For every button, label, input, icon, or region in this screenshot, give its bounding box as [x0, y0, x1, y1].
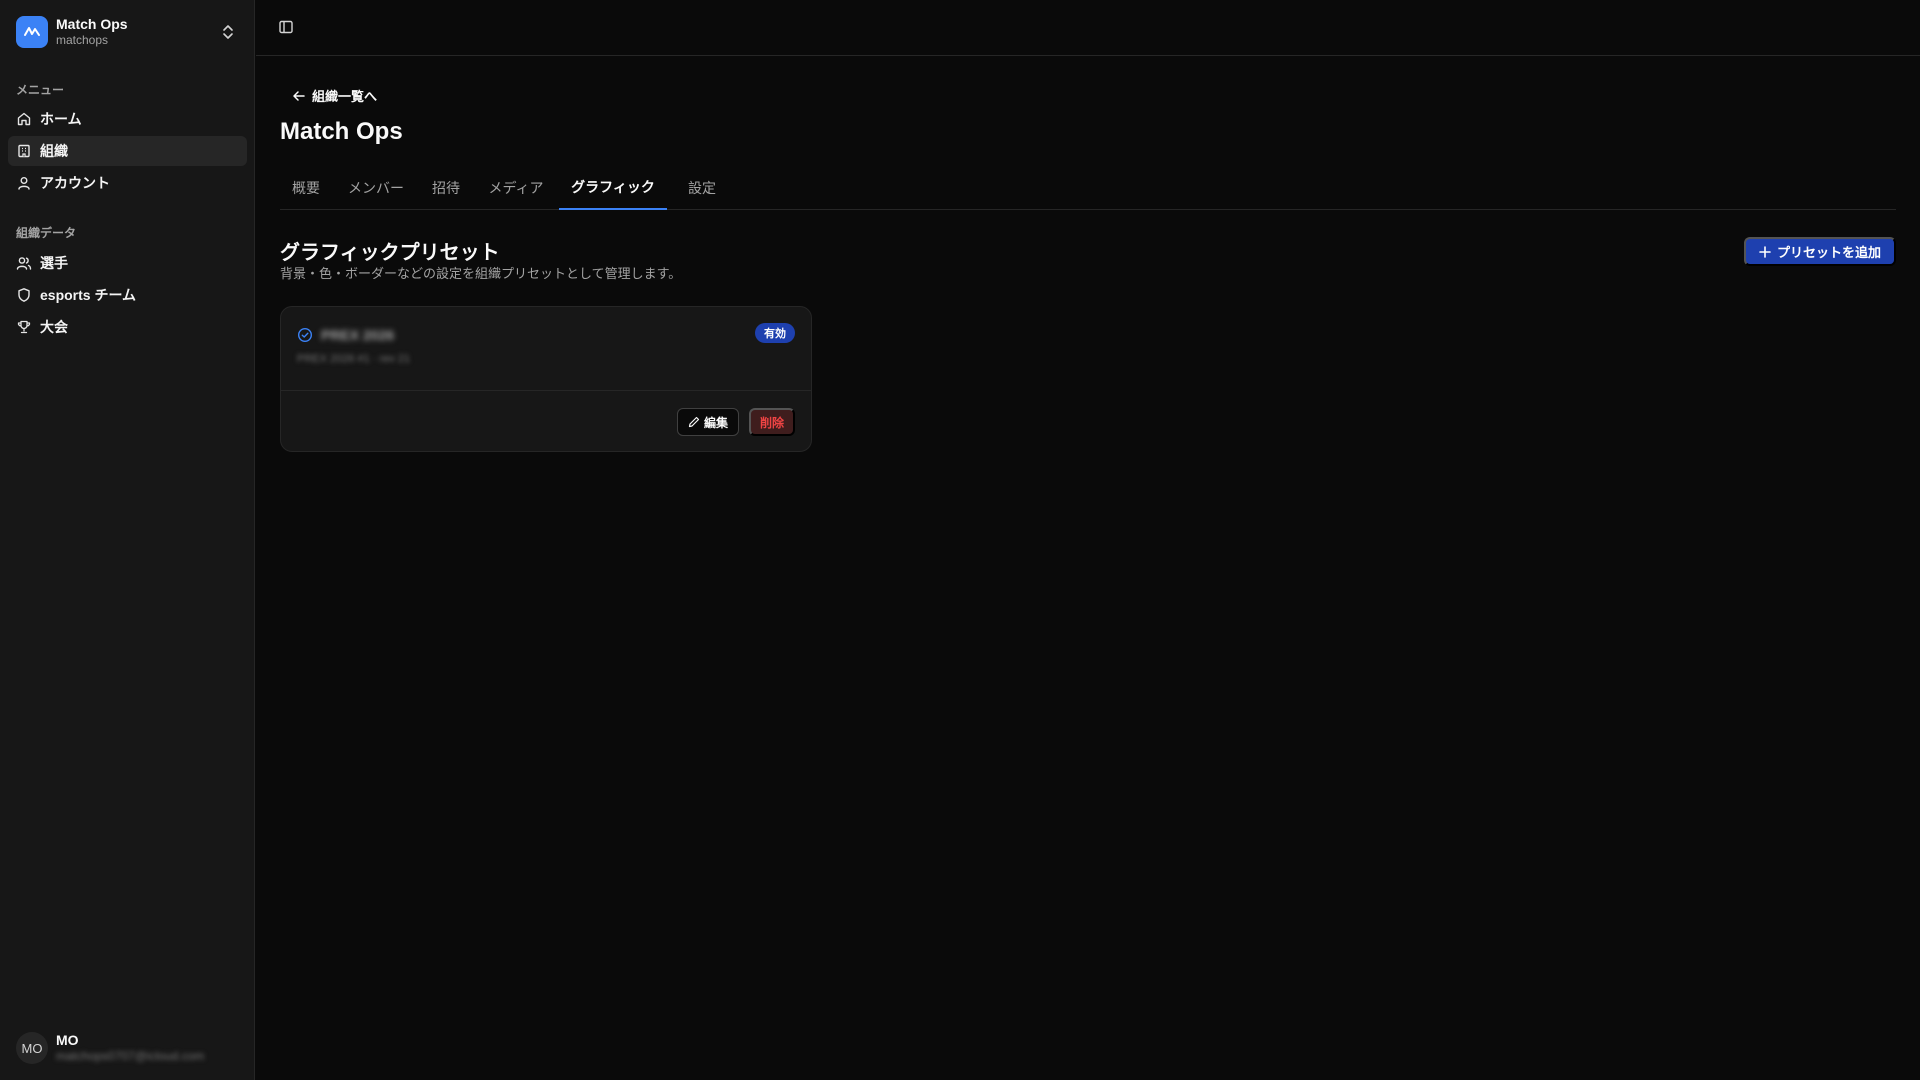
menu-group-label: メニュー — [16, 83, 65, 97]
preset-card: PREX 2026 PREX 2026 #1 · rev 21 有効 編集 削除 — [280, 306, 812, 452]
sidebar-item-tournaments[interactable]: 大会 — [8, 312, 247, 342]
sidebar-item-label: esports チーム — [40, 287, 137, 303]
add-preset-label: プリセットを追加 — [1776, 245, 1881, 260]
preset-name: PREX 2026 — [321, 327, 395, 343]
sidebar-item-account[interactable]: アカウント — [8, 168, 247, 198]
plus-icon — [1759, 245, 1771, 258]
sidebar-item-organization[interactable]: 組織 — [8, 136, 247, 166]
tab-overview[interactable]: 概要 — [280, 166, 332, 210]
home-icon — [17, 112, 31, 126]
back-link-label: 組織一覧へ — [312, 89, 378, 104]
pencil-icon — [688, 416, 700, 428]
shield-icon — [18, 288, 30, 302]
user-icon — [18, 177, 30, 190]
sidebar-item-label: ホーム — [40, 111, 82, 127]
sidebar-item-players[interactable]: 選手 — [8, 248, 247, 278]
preset-meta: PREX 2026 #1 · rev 21 — [297, 353, 411, 365]
back-to-organizations-link[interactable]: 組織一覧へ — [292, 86, 377, 105]
users-icon — [16, 257, 32, 270]
sidebar-item-label: 組織 — [40, 143, 68, 159]
user-name: MO — [56, 1031, 79, 1048]
section-description: 背景・色・ボーダーなどの設定を組織プリセットとして管理します。 — [280, 266, 682, 281]
check-circle-icon — [297, 327, 313, 348]
tab-graphics[interactable]: グラフィック — [559, 166, 667, 210]
add-preset-button[interactable]: プリセットを追加 — [1744, 237, 1896, 266]
topbar — [256, 0, 1920, 56]
arrow-left-icon — [293, 90, 305, 101]
org-switcher[interactable]: Match Ops matchops — [8, 8, 247, 56]
edit-button[interactable]: 編集 — [677, 408, 739, 436]
edit-label: 編集 — [703, 415, 728, 430]
org-logo — [16, 16, 48, 48]
avatar: MO — [16, 1032, 48, 1064]
trophy-icon — [17, 320, 31, 334]
org-slug: matchops — [56, 33, 109, 48]
tab-invitations[interactable]: 招待 — [420, 166, 472, 210]
tab-settings[interactable]: 設定 — [676, 166, 728, 210]
sidebar: Match Ops matchops メニュー ホーム 組織 アカウント 組織デ… — [0, 0, 255, 1080]
page-title: Match Ops — [280, 118, 403, 145]
tab-media[interactable]: メディア — [482, 166, 550, 210]
chevrons-up-down-icon[interactable] — [221, 24, 235, 45]
tab-members[interactable]: メンバー — [342, 166, 410, 210]
user-email: matchops0707@icloud.com — [56, 1049, 205, 1064]
sidebar-item-label: アカウント — [40, 175, 110, 191]
status-badge: 有効 — [755, 323, 795, 343]
sidebar-item-home[interactable]: ホーム — [8, 104, 247, 134]
building-icon — [18, 144, 30, 158]
sidebar-item-esports-teams[interactable]: esports チーム — [8, 280, 247, 310]
sidebar-item-label: 大会 — [40, 319, 68, 335]
user-menu[interactable]: MO MO matchops0707@icloud.com — [8, 1024, 247, 1072]
tab-bar: 概要 メンバー 招待 メディア グラフィック 設定 — [280, 166, 1896, 210]
section-title: グラフィックプリセット — [280, 242, 500, 264]
sidebar-item-label: 選手 — [40, 255, 68, 271]
data-group-label: 組織データ — [16, 226, 77, 240]
sidebar-toggle-icon[interactable] — [278, 19, 294, 40]
delete-button[interactable]: 削除 — [749, 408, 795, 436]
org-name: Match Ops — [56, 16, 128, 33]
